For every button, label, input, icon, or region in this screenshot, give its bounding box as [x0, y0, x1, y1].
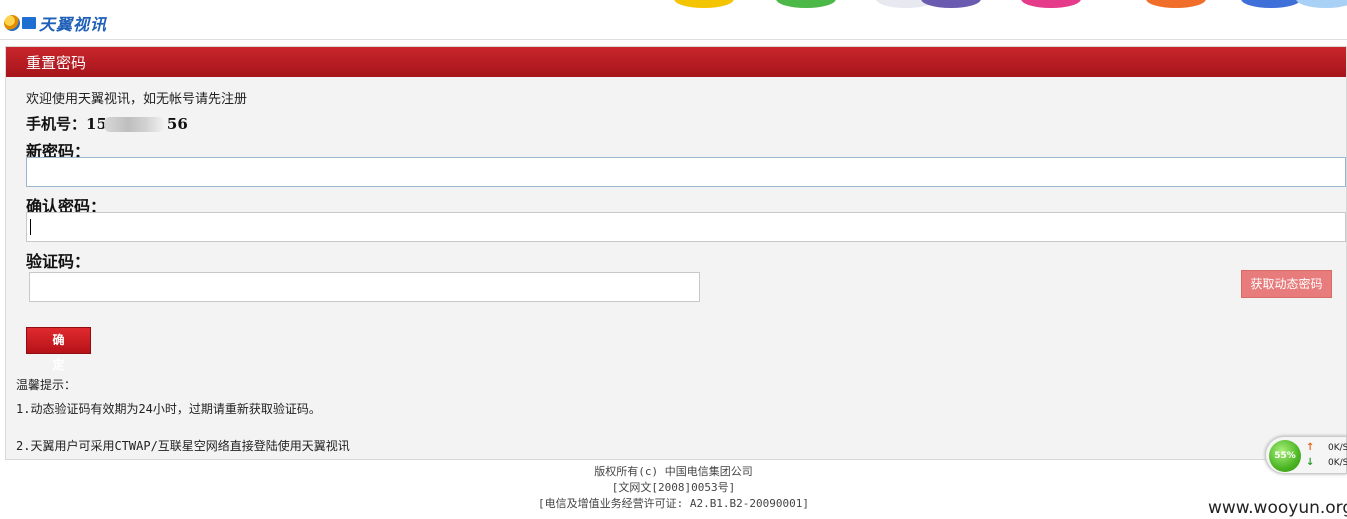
download-arrow-icon: ↓: [1306, 457, 1315, 468]
panel-header: 重置密码: [6, 47, 1346, 77]
logo-text: 天翼视讯: [39, 15, 108, 34]
network-usage-gauge: 55%: [1269, 440, 1301, 472]
footer-copyright: 版权所有(c) 中国电信集团公司: [594, 465, 753, 478]
banner-decoration: [666, 0, 1347, 9]
logo-icon: [4, 15, 20, 31]
phone-number: 15 56: [86, 115, 188, 133]
welcome-text: 欢迎使用天翼视讯，如无帐号请先注册: [26, 92, 248, 107]
network-speed-widget[interactable]: 55% ↑ 0K/S ↓ 0K/S: [1265, 436, 1347, 474]
top-bar: 天翼视讯: [0, 0, 1347, 40]
footer-license: [电信及增值业务经营许可证: A2.B1.B2-20090001]: [537, 497, 810, 510]
upload-arrow-icon: ↑: [1306, 442, 1315, 453]
text-caret: [30, 219, 31, 235]
confirm-password-input[interactable]: [26, 212, 1346, 242]
site-logo[interactable]: 天翼视讯: [4, 12, 107, 34]
panel-title: 重置密码: [26, 54, 87, 72]
footer: 版权所有(c) 中国电信集团公司 [文网文[2008]0053号] [电信及增值…: [0, 464, 1347, 512]
tips-section: 温馨提示： 1.动态验证码有效期为24小时，过期请重新获取验证码。 2.天翼用户…: [16, 376, 350, 454]
phone-row: 手机号：15 56: [26, 113, 188, 134]
reset-password-panel: 重置密码 欢迎使用天翼视讯，如无帐号请先注册 手机号：15 56 新密码： 确认密…: [5, 46, 1347, 460]
get-dynamic-code-button[interactable]: 获取动态密码: [1241, 270, 1332, 298]
phone-label: 手机号：: [26, 115, 87, 133]
submit-button[interactable]: 确 定: [26, 327, 91, 372]
phone-redaction: [104, 117, 165, 132]
phone-suffix: 56: [166, 115, 188, 133]
tip-item: 1.动态验证码有效期为24小时，过期请重新获取验证码。: [16, 402, 321, 416]
download-speed: 0K/S: [1328, 458, 1347, 468]
tips-title: 温馨提示：: [16, 378, 77, 392]
verification-code-input[interactable]: [29, 272, 700, 302]
upload-speed: 0K/S: [1328, 443, 1347, 453]
verification-code-label: 验证码：: [26, 252, 91, 271]
watermark-text: www.wooyun.org: [1208, 498, 1347, 518]
tip-item: 2.天翼用户可采用CTWAP/互联星空网络直接登陆使用天翼视讯: [16, 439, 350, 453]
logo-tv-icon: [22, 17, 36, 29]
footer-license: [文网文[2008]0053号]: [611, 481, 736, 494]
new-password-input[interactable]: [26, 157, 1346, 187]
